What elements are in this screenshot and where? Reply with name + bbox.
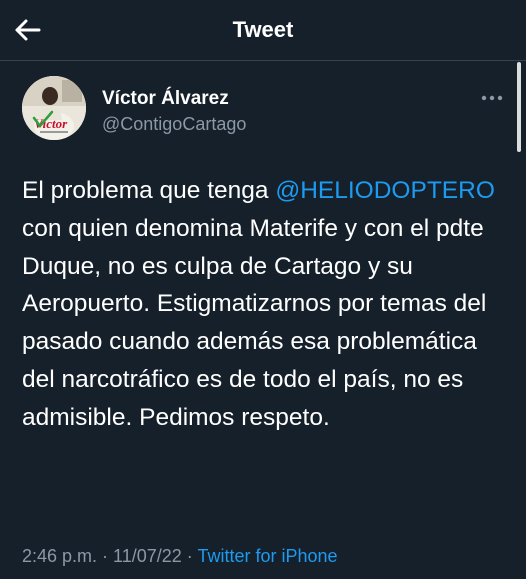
- author-handle[interactable]: @ContigoCartago: [102, 114, 246, 135]
- meta-separator: ·: [181, 546, 198, 566]
- tweet-metadata: 2:46 p.m. · 11/07/22 · Twitter for iPhon…: [22, 546, 338, 567]
- ellipsis-icon: [481, 95, 503, 101]
- tweet-detail-screen: Tweet Víctor Víctor Álvarez @ContigoCart…: [0, 0, 526, 579]
- tweet-text-rest: con quien denomina Materife y con el pdt…: [22, 214, 487, 431]
- top-bar: Tweet: [0, 0, 526, 60]
- avatar[interactable]: Víctor: [22, 76, 86, 140]
- mention-link[interactable]: @HELIODOPTERO: [275, 177, 495, 204]
- header-divider: [0, 60, 526, 61]
- tweet-time[interactable]: 2:46 p.m.: [22, 546, 97, 566]
- tweet-date[interactable]: 11/07/22: [113, 546, 182, 566]
- page-title: Tweet: [232, 17, 294, 42]
- scrollbar[interactable]: [517, 62, 521, 152]
- author-name[interactable]: Víctor Álvarez: [102, 88, 229, 110]
- tweet-text: El problema que tenga @HELIODOPTERO con …: [22, 172, 506, 437]
- tweet-source-link[interactable]: Twitter for iPhone: [197, 546, 337, 566]
- more-options-button[interactable]: [478, 90, 506, 106]
- avatar-image: Víctor: [22, 76, 86, 140]
- meta-separator: ·: [97, 546, 114, 566]
- tweet-text-start: El problema que tenga: [22, 177, 276, 204]
